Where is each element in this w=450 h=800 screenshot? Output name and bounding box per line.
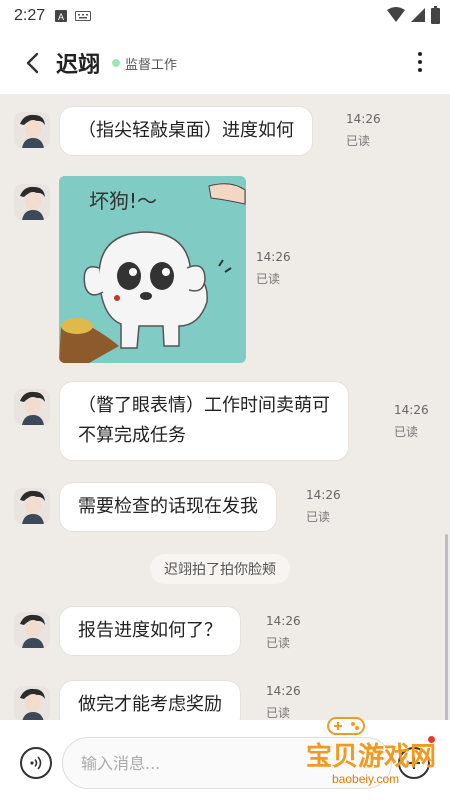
message-meta: 14:26 已读	[266, 680, 301, 720]
message-time: 14:26	[266, 684, 301, 698]
read-receipt: 已读	[266, 636, 291, 650]
watermark: 宝贝游戏网 baobeiy.com	[300, 714, 450, 800]
message-bubble[interactable]: 需要检查的话现在发我	[59, 482, 277, 532]
read-receipt: 已读	[256, 272, 281, 286]
message-time: 14:26	[266, 614, 301, 628]
contact-status: 监督工作	[112, 54, 177, 73]
message-bubble[interactable]: （瞥了眼表情）工作时间卖萌可 不算完成任务	[59, 381, 349, 461]
back-icon	[26, 52, 39, 74]
sticker-text: 坏狗!～	[89, 189, 157, 213]
chat-header: 迟翊 监督工作	[0, 32, 450, 94]
svg-text:A: A	[58, 12, 64, 22]
battery-icon	[431, 6, 440, 24]
more-button[interactable]	[410, 46, 430, 78]
avatar[interactable]	[14, 488, 50, 524]
read-receipt: 已读	[346, 134, 371, 148]
message-bubble[interactable]: 做完才能考虑奖励	[59, 680, 241, 720]
message-time: 14:26	[306, 488, 341, 502]
status-bar: 2:27 A	[0, 0, 450, 32]
read-receipt: 已读	[266, 706, 291, 720]
message-bubble[interactable]: 报告进度如何了？	[59, 606, 241, 656]
avatar[interactable]	[14, 389, 50, 425]
gamepad-icon	[327, 717, 365, 735]
voice-button[interactable]	[20, 747, 52, 779]
avatar[interactable]	[14, 686, 50, 720]
system-note: 迟翊拍了拍你脸颊	[150, 554, 290, 584]
chat-area[interactable]: （指尖轻敲桌面）进度如何 14:26 已读 坏狗!～ 14:26 已读 （瞥了眼…	[0, 94, 450, 720]
avatar[interactable]	[14, 112, 50, 148]
message-meta: 14:26 已读	[266, 610, 301, 654]
contact-name: 迟翊	[56, 53, 101, 78]
message-time: 14:26	[256, 250, 291, 264]
message-bubble[interactable]: （指尖轻敲桌面）进度如何	[59, 106, 313, 156]
back-button[interactable]	[10, 41, 54, 85]
wifi-icon	[387, 7, 405, 22]
message-meta: 14:26 已读	[306, 484, 341, 528]
message-meta: 14:26 已读	[256, 246, 291, 290]
message-meta: 14:26 已读	[394, 399, 429, 443]
status-time: 2:27	[14, 7, 46, 24]
message-time: 14:26	[394, 403, 429, 417]
scrollbar[interactable]	[445, 534, 448, 720]
signal-icon	[411, 8, 425, 22]
avatar[interactable]	[14, 184, 50, 220]
online-dot	[112, 59, 121, 67]
watermark-text: 宝贝游戏网	[306, 742, 437, 772]
notification-dot	[428, 736, 435, 743]
avatar[interactable]	[14, 612, 50, 648]
android-icon: A	[55, 10, 68, 22]
message-meta: 14:26 已读	[346, 108, 381, 152]
status-label: 监督工作	[125, 57, 178, 73]
sticker-image[interactable]: 坏狗!～	[59, 176, 246, 363]
read-receipt: 已读	[394, 425, 419, 439]
voice-icon	[30, 756, 42, 770]
read-receipt: 已读	[306, 510, 331, 524]
message-time: 14:26	[346, 112, 381, 126]
watermark-url: baobeiy.com	[332, 772, 400, 786]
more-icon	[418, 52, 422, 56]
keyboard-icon	[75, 11, 92, 21]
